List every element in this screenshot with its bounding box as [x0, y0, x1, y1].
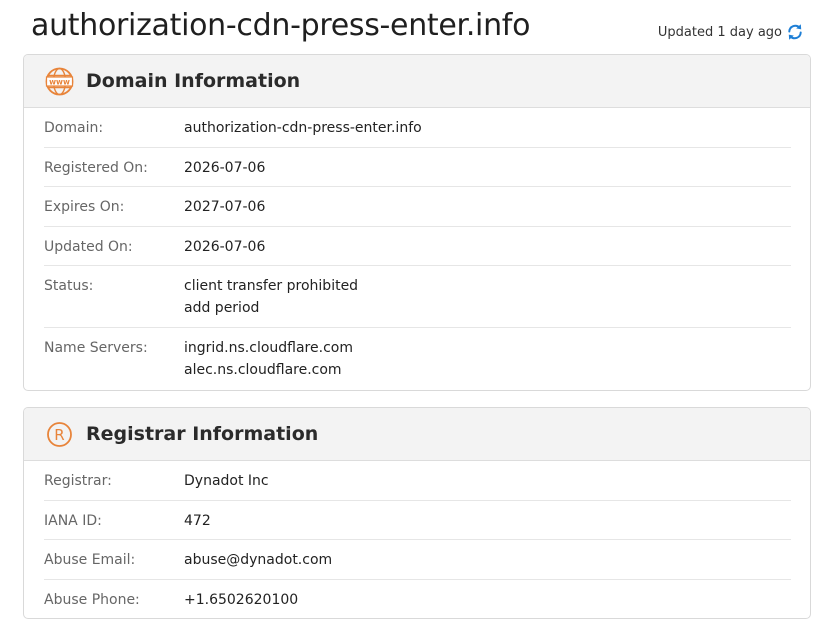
updated-status: Updated 1 day ago — [658, 22, 803, 42]
row-status: Status: client transfer prohibited add p… — [44, 266, 791, 328]
updated-on-value: 2026-07-06 — [184, 239, 266, 255]
row-label: IANA ID: — [44, 513, 102, 529]
row-label: Abuse Email: — [44, 552, 136, 568]
svg-text:www: www — [49, 77, 70, 86]
row-abuse-phone: Abuse Phone: +1.6502620100 — [44, 580, 791, 618]
row-label: Domain: — [44, 120, 104, 136]
name-server-value: alec.ns.cloudflare.com — [184, 362, 342, 378]
page-header: authorization-cdn-press-enter.info Updat… — [0, 0, 827, 54]
registrar-information-card: R Registrar Information Registrar: Dynad… — [23, 407, 811, 619]
row-label: Updated On: — [44, 239, 133, 255]
row-value: 2027-07-06 — [184, 196, 265, 226]
row-label: Abuse Phone: — [44, 592, 140, 608]
expires-on-value: 2027-07-06 — [184, 199, 266, 215]
row-value: ingrid.ns.cloudflare.com alec.ns.cloudfl… — [184, 337, 353, 390]
row-label: Status: — [44, 278, 94, 294]
row-label: Expires On: — [44, 199, 125, 215]
svg-text:R: R — [54, 426, 64, 444]
row-value: 2026-07-06 — [184, 236, 265, 265]
status-value: client transfer prohibited — [184, 278, 359, 294]
row-label: Name Servers: — [44, 340, 148, 356]
status-value: add period — [184, 300, 260, 316]
row-value: Dynadot Inc — [184, 470, 269, 500]
domain-information-rows: Domain: authorization-cdn-press-enter.in… — [24, 108, 810, 390]
row-abuse-email: Abuse Email: abuse@dynadot.com — [44, 540, 791, 580]
row-value: 2026-07-06 — [184, 157, 265, 186]
domain-information-card: www Domain Information Domain: authoriza… — [23, 54, 811, 391]
iana-id-value: 472 — [184, 513, 211, 529]
row-label: Registered On: — [44, 160, 148, 176]
refresh-icon[interactable] — [787, 23, 803, 41]
row-name-servers: Name Servers: ingrid.ns.cloudflare.com a… — [44, 328, 791, 390]
domain-information-header: www Domain Information — [24, 55, 810, 108]
domain-value: authorization-cdn-press-enter.info — [184, 120, 422, 136]
registered-trademark-icon: R — [45, 420, 74, 449]
row-value: 472 — [184, 510, 211, 539]
abuse-phone-value: +1.6502620100 — [184, 592, 299, 608]
page-title: authorization-cdn-press-enter.info — [31, 8, 531, 43]
row-registrar: Registrar: Dynadot Inc — [44, 461, 791, 501]
row-iana-id: IANA ID: 472 — [44, 501, 791, 540]
row-domain: Domain: authorization-cdn-press-enter.in… — [44, 108, 791, 148]
registrar-value: Dynadot Inc — [184, 473, 269, 489]
registrar-information-header: R Registrar Information — [24, 408, 810, 461]
domain-information-title: Domain Information — [86, 70, 301, 92]
registrar-information-title: Registrar Information — [86, 423, 319, 445]
row-label: Registrar: — [44, 473, 112, 489]
row-value: abuse@dynadot.com — [184, 549, 332, 579]
registrar-information-rows: Registrar: Dynadot Inc IANA ID: 472 Abus… — [24, 461, 810, 618]
row-value: authorization-cdn-press-enter.info — [184, 117, 422, 147]
row-updated-on: Updated On: 2026-07-06 — [44, 227, 791, 266]
abuse-email-value: abuse@dynadot.com — [184, 552, 333, 568]
registered-on-value: 2026-07-06 — [184, 160, 266, 176]
name-server-value: ingrid.ns.cloudflare.com — [184, 340, 353, 356]
www-globe-icon: www — [45, 67, 74, 96]
row-expires-on: Expires On: 2027-07-06 — [44, 187, 791, 227]
updated-text: Updated 1 day ago — [657, 24, 782, 40]
row-value: +1.6502620100 — [184, 589, 299, 618]
row-registered-on: Registered On: 2026-07-06 — [44, 148, 791, 187]
row-value: client transfer prohibited add period — [184, 275, 358, 327]
